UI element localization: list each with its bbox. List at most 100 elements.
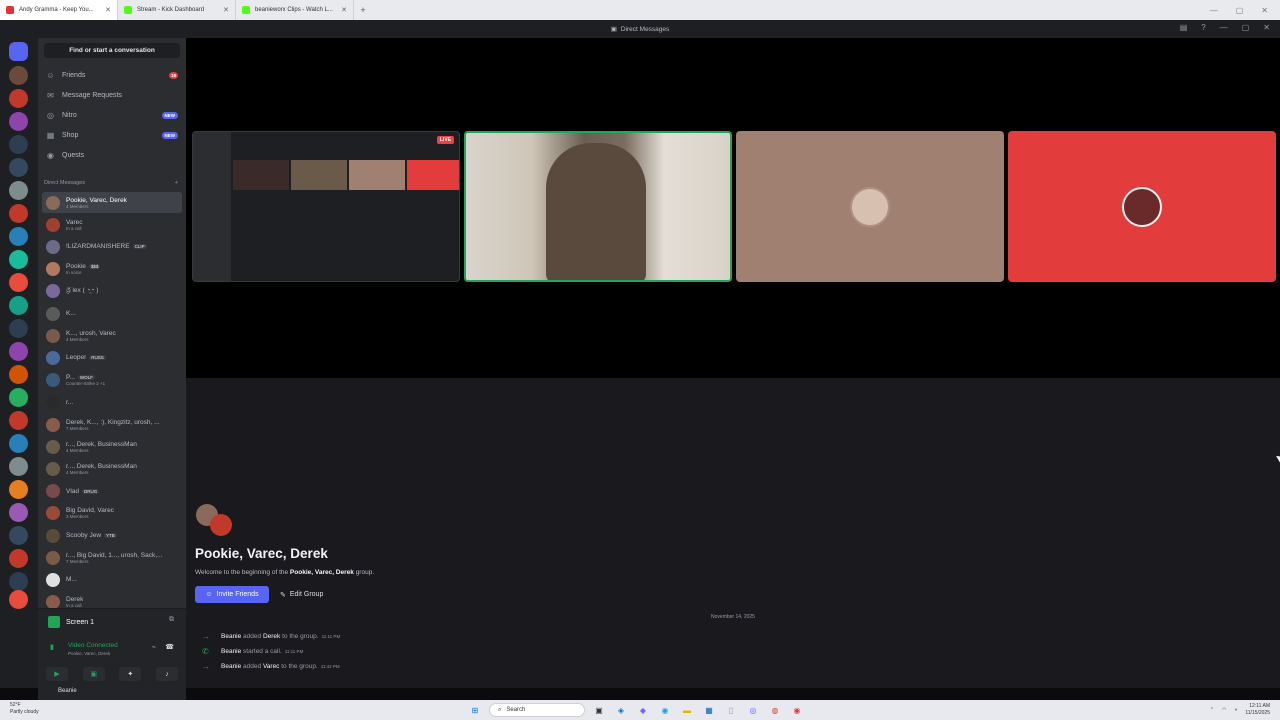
close-tab-icon[interactable]: ✕ <box>341 6 347 14</box>
dm-item[interactable]: r... <box>42 392 182 413</box>
server-icon[interactable] <box>9 365 28 384</box>
dm-item[interactable]: Varec In a call <box>42 214 182 235</box>
close-window-icon[interactable]: ✕ <box>1261 6 1268 15</box>
server-icon[interactable] <box>9 572 28 591</box>
task-view-icon[interactable]: ▣ <box>591 702 607 718</box>
server-icon[interactable] <box>9 66 28 85</box>
dm-item[interactable]: Derek, K..., :), Kingzitz, urosh, ... 7 M… <box>42 414 182 435</box>
message-target[interactable]: Derek <box>263 633 280 640</box>
taskbar-search[interactable]: ⌕ Search <box>489 703 585 717</box>
server-icon[interactable] <box>9 204 28 223</box>
message-target[interactable]: Varec <box>263 663 280 670</box>
discord-icon[interactable]: ◎ <box>745 702 761 718</box>
message-actor[interactable]: Beanie <box>221 648 241 655</box>
clock[interactable]: 12:11 AM 11/15/2025 <box>1245 703 1270 717</box>
edge-icon[interactable]: ◉ <box>657 702 673 718</box>
app-icon[interactable]: ▦ <box>701 702 717 718</box>
dm-item[interactable]: K..., urosh, Varec 4 Members <box>42 325 182 346</box>
dm-item[interactable]: Vlad DRUG <box>42 481 182 502</box>
dm-item[interactable]: Pookie $$$ In voice <box>42 259 182 280</box>
server-icon[interactable] <box>9 411 28 430</box>
dm-item[interactable]: Leoper RUSS <box>42 347 182 368</box>
soundboard-button[interactable]: ♪ <box>155 667 178 681</box>
dm-item[interactable]: K... <box>42 303 182 324</box>
server-icon[interactable] <box>9 89 28 108</box>
server-icon[interactable] <box>9 503 28 522</box>
close-tab-icon[interactable]: ✕ <box>223 6 229 14</box>
close-tab-icon[interactable]: ✕ <box>105 6 111 14</box>
network-icon[interactable]: ◠ <box>1222 707 1226 713</box>
server-icon[interactable] <box>9 342 28 361</box>
dm-item[interactable]: P... WOLF Counter-Strike 2 +1 <box>42 370 182 391</box>
server-icon[interactable] <box>9 296 28 315</box>
nav-quests[interactable]: ◉ Quests <box>42 146 182 164</box>
tray-chevron-icon[interactable]: ⌃ <box>1210 707 1214 713</box>
edit-group-button[interactable]: ✎ Edit Group <box>280 586 323 603</box>
screen-share-indicator[interactable]: Screen 1 <box>48 616 94 628</box>
participant-tile[interactable] <box>736 131 1004 282</box>
windows-start-icon[interactable]: ⊞ <box>467 702 483 718</box>
activities-button[interactable]: ✦ <box>119 667 142 681</box>
server-icon[interactable] <box>9 158 28 177</box>
nav-nitro[interactable]: ◎ Nitro NEW <box>42 106 182 124</box>
camera-button[interactable]: ▶ <box>46 667 68 681</box>
participant-tile[interactable] <box>1008 131 1276 282</box>
dm-item[interactable]: !LIZARDMANISHERE CLIP <box>42 236 182 257</box>
maximize-icon[interactable]: ▢ <box>1242 23 1250 32</box>
volume-icon[interactable]: ◖ <box>1234 707 1237 713</box>
nav-friends[interactable]: ☺ Friends 18 <box>42 66 182 84</box>
dm-item[interactable]: Scooby Jew YTB <box>42 525 182 546</box>
new-tab-button[interactable]: + <box>354 5 372 15</box>
minimize-icon[interactable]: — <box>1220 23 1228 32</box>
server-icon[interactable] <box>9 112 28 131</box>
nav-shop[interactable]: ▦ Shop NEW <box>42 126 182 144</box>
server-icon[interactable] <box>9 590 28 609</box>
server-icon[interactable] <box>9 250 28 269</box>
folder-icon[interactable]: ▬ <box>679 702 695 718</box>
server-icon[interactable] <box>9 388 28 407</box>
camera-tile[interactable] <box>464 131 732 282</box>
dm-item[interactable]: r..., Big David, 1..., urosh, Sack,... 7 … <box>42 547 182 568</box>
dm-item[interactable]: M... <box>42 569 182 590</box>
server-icon[interactable] <box>9 227 28 246</box>
help-icon[interactable]: ? <box>1201 23 1205 32</box>
browser-tab[interactable]: Andy Gramma - Keep You... ✕ <box>0 0 118 20</box>
browser-tab[interactable]: beanieworx Clips - Watch L... ✕ <box>236 0 354 20</box>
minimize-icon[interactable]: — <box>1210 6 1218 15</box>
server-icon[interactable] <box>9 135 28 154</box>
server-icon[interactable] <box>9 549 28 568</box>
server-icon[interactable] <box>9 319 28 338</box>
app-icon[interactable]: ▯ <box>723 702 739 718</box>
server-icon[interactable] <box>9 526 28 545</box>
find-conversation-button[interactable]: Find or start a conversation <box>44 43 180 58</box>
dm-item[interactable]: r..., Derek, BusinessMan 4 Members <box>42 458 182 479</box>
maximize-icon[interactable]: ▢ <box>1236 6 1244 15</box>
chrome-icon[interactable]: ◍ <box>767 702 783 718</box>
inbox-icon[interactable]: ▤ <box>1180 23 1188 32</box>
dm-item[interactable]: ශ්‍රී lex ( ◔̯◔ ) <box>42 281 182 302</box>
app-icon[interactable]: ◉ <box>789 702 805 718</box>
server-icon[interactable] <box>9 181 28 200</box>
app-icon[interactable]: ◆ <box>635 702 651 718</box>
server-icon[interactable] <box>9 273 28 292</box>
message-actor[interactable]: Beanie <box>221 663 241 670</box>
server-icon[interactable] <box>9 457 28 476</box>
create-dm-button[interactable]: + <box>175 180 178 186</box>
dm-item[interactable]: Pookie, Varec, Derek 4 Members <box>42 192 182 213</box>
app-icon[interactable]: ◈ <box>613 702 629 718</box>
message-actor[interactable]: Beanie <box>221 633 241 640</box>
invite-friends-button[interactable]: ☺ Invite Friends <box>195 586 269 603</box>
weather-widget[interactable]: 52°F Partly cloudy <box>10 702 39 716</box>
dm-item[interactable]: r..., Derek, BusinessMan 4 Members <box>42 436 182 457</box>
screen-share-button[interactable]: ▣ <box>82 667 105 681</box>
server-icon[interactable] <box>9 480 28 499</box>
popout-icon[interactable]: ⧉ <box>169 616 174 624</box>
screenshare-tile[interactable]: LIVE <box>192 131 460 282</box>
nav-message-requests[interactable]: ✉ Message Requests <box>42 86 182 104</box>
browser-tab[interactable]: Stream - Kick Dashboard ✕ <box>118 0 236 20</box>
disconnect-icon[interactable]: ☎ <box>165 643 174 651</box>
server-icon[interactable] <box>9 434 28 453</box>
dm-item[interactable]: Big David, Varec 3 Members <box>42 503 182 524</box>
noise-suppression-icon[interactable]: ⌁ <box>152 643 156 651</box>
home-button[interactable] <box>9 42 28 61</box>
